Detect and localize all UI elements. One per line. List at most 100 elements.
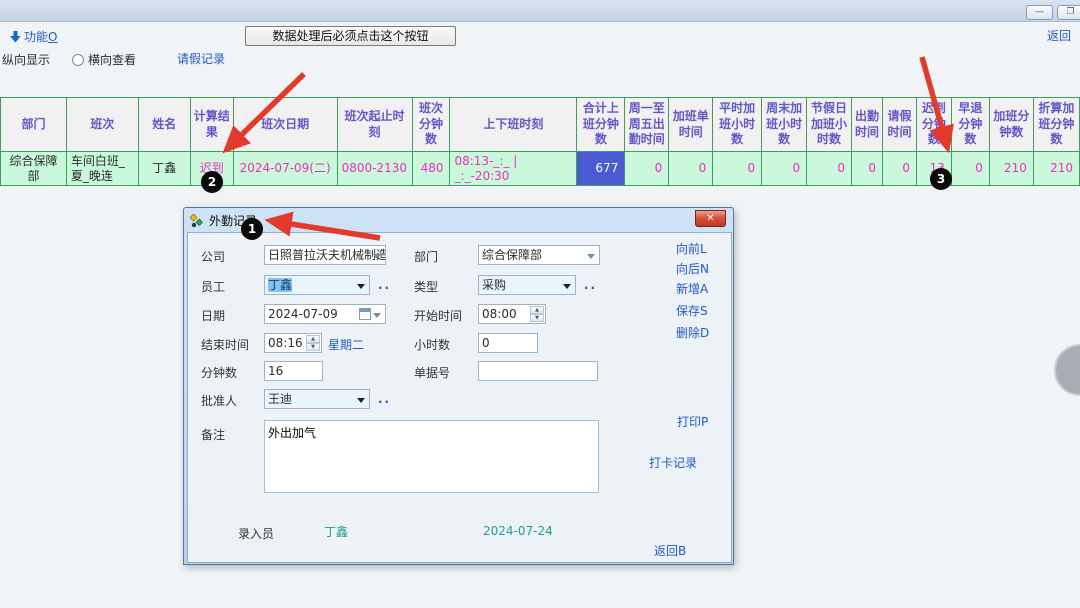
process-data-button[interactable]: 数据处理后必须点击这个按钮 xyxy=(245,26,456,46)
employee-combobox[interactable]: 丁鑫 xyxy=(264,275,370,295)
print-link[interactable]: 打印P xyxy=(677,413,708,430)
save-link[interactable]: 保存S xyxy=(676,302,708,319)
end-time-stepper[interactable]: ▲▼ xyxy=(306,335,320,351)
column-header: 早退分钟数 xyxy=(951,98,989,152)
back-link-top[interactable]: 返回 xyxy=(1047,27,1071,44)
data-cell[interactable]: 2024-07-09(二) xyxy=(233,152,337,186)
column-header: 周末加班小时数 xyxy=(762,98,807,152)
delete-link[interactable]: 删除D xyxy=(676,324,709,341)
type-lookup-button[interactable]: .. xyxy=(584,278,597,292)
data-cell[interactable]: 0800-2130 xyxy=(337,152,412,186)
minimize-button[interactable]: — xyxy=(1026,5,1053,20)
attendance-table: 部门班次姓名计算结果班次日期班次起止时刻班次分钟数上下班时刻合计上班分钟数周一至… xyxy=(0,97,1080,186)
punch-records-link[interactable]: 打卡记录 xyxy=(649,454,697,471)
window-titlebar xyxy=(0,0,1080,22)
start-time-stepper[interactable]: ▲▼ xyxy=(530,306,544,322)
department-label: 部门 xyxy=(414,248,438,265)
approver-combobox[interactable]: 王迪 xyxy=(264,389,370,409)
data-cell[interactable]: 0 xyxy=(852,152,883,186)
minutes-input[interactable]: 16 xyxy=(264,361,323,381)
fieldwork-record-icon xyxy=(190,214,204,228)
column-header: 加班单时间 xyxy=(669,98,713,152)
function-menu-label: 功能 xyxy=(24,30,48,44)
view-mode-row: 纵向显示 横向查看 xyxy=(2,51,136,68)
data-cell[interactable]: 210 xyxy=(989,152,1033,186)
end-time-input[interactable]: 08:16 ▲▼ xyxy=(264,333,322,353)
data-cell[interactable]: 0 xyxy=(762,152,807,186)
type-combobox[interactable]: 采购 xyxy=(478,275,576,295)
weekday-link[interactable]: 星期二 xyxy=(328,336,364,353)
employee-label: 员工 xyxy=(201,278,225,295)
column-header: 请假时间 xyxy=(882,98,916,152)
hours-label: 小时数 xyxy=(414,336,450,353)
data-cell[interactable]: 677 xyxy=(577,152,625,186)
column-header: 部门 xyxy=(1,98,67,152)
add-link[interactable]: 新增A xyxy=(676,280,708,297)
chevron-down-icon[interactable] xyxy=(357,284,365,289)
leave-records-link[interactable]: 请假记录 xyxy=(177,50,225,67)
data-cell[interactable]: 13 xyxy=(916,152,951,186)
column-header: 计算结果 xyxy=(190,98,233,152)
minutes-label: 分钟数 xyxy=(201,364,237,381)
chevron-down-icon[interactable] xyxy=(357,398,365,403)
data-cell[interactable]: 综合保障部 xyxy=(1,152,67,186)
data-cell[interactable]: 车间白班_夏_晚连 xyxy=(66,152,138,186)
maximize-button[interactable]: ❐ xyxy=(1057,5,1080,20)
column-header: 加班分钟数 xyxy=(989,98,1033,152)
hours-input[interactable]: 0 xyxy=(478,333,538,353)
function-menu-link[interactable]: 功能O xyxy=(10,28,57,45)
dialog-title: 外勤记录 xyxy=(209,212,257,229)
column-header: 班次分钟数 xyxy=(412,98,450,152)
attendance-table-wrap: 部门班次姓名计算结果班次日期班次起止时刻班次分钟数上下班时刻合计上班分钟数周一至… xyxy=(0,97,1080,186)
date-picker[interactable]: 2024-07-09 xyxy=(264,304,386,324)
column-header: 班次起止时刻 xyxy=(337,98,412,152)
approver-lookup-button[interactable]: .. xyxy=(378,392,391,406)
company-combobox[interactable]: 日照普拉沃夫机械制造有限公司 xyxy=(264,245,386,265)
data-cell[interactable]: 0 xyxy=(882,152,916,186)
data-cell[interactable]: 0 xyxy=(713,152,762,186)
data-cell[interactable]: 迟到 xyxy=(190,152,233,186)
nav-forward-link[interactable]: 向前L xyxy=(676,240,707,257)
end-time-label: 结束时间 xyxy=(201,336,249,353)
floating-assist-button[interactable] xyxy=(1054,344,1080,396)
data-cell[interactable]: 0 xyxy=(625,152,669,186)
column-header: 姓名 xyxy=(138,98,190,152)
doc-no-label: 单据号 xyxy=(414,364,450,381)
data-cell[interactable]: 210 xyxy=(1033,152,1079,186)
remark-textarea[interactable]: 外出加气 xyxy=(264,420,599,493)
dialog-back-link[interactable]: 返回B xyxy=(654,542,686,559)
data-cell[interactable]: 08:13-_:_ | _:_-20:30 xyxy=(450,152,577,186)
chevron-down-icon[interactable] xyxy=(373,254,381,259)
data-cell[interactable]: 丁鑫 xyxy=(138,152,190,186)
dialog-close-button[interactable]: ✕ xyxy=(695,210,726,227)
data-cell[interactable]: 0 xyxy=(669,152,713,186)
chevron-down-icon[interactable] xyxy=(563,284,571,289)
column-header: 节假日加班小时数 xyxy=(807,98,852,152)
column-header: 迟到分钟数 xyxy=(916,98,951,152)
data-cell[interactable]: 0 xyxy=(807,152,852,186)
column-header: 上下班时刻 xyxy=(450,98,577,152)
chevron-down-icon[interactable] xyxy=(587,254,595,259)
entry-date: 2024-07-24 xyxy=(483,524,553,538)
date-label: 日期 xyxy=(201,307,225,324)
start-time-label: 开始时间 xyxy=(414,307,462,324)
column-header: 合计上班分钟数 xyxy=(577,98,625,152)
column-header: 班次 xyxy=(66,98,138,152)
company-label: 公司 xyxy=(201,248,225,265)
horizontal-view-radio[interactable] xyxy=(72,54,84,66)
column-header: 出勤时间 xyxy=(852,98,883,152)
doc-no-input[interactable] xyxy=(478,361,598,381)
department-combobox[interactable]: 综合保障部 xyxy=(478,245,600,265)
employee-lookup-button[interactable]: .. xyxy=(378,278,391,292)
calendar-icon[interactable] xyxy=(359,308,371,320)
column-header: 班次日期 xyxy=(233,98,337,152)
start-time-input[interactable]: 08:00 ▲▼ xyxy=(478,304,546,324)
data-cell[interactable]: 0 xyxy=(951,152,989,186)
data-cell[interactable]: 480 xyxy=(412,152,450,186)
column-header: 平时加班小时数 xyxy=(713,98,762,152)
nav-next-link[interactable]: 向后N xyxy=(676,260,709,277)
column-header: 折算加班分钟数 xyxy=(1033,98,1079,152)
chevron-down-icon[interactable] xyxy=(373,313,381,318)
column-header: 周一至周五出勤时间 xyxy=(625,98,669,152)
type-label: 类型 xyxy=(414,278,438,295)
